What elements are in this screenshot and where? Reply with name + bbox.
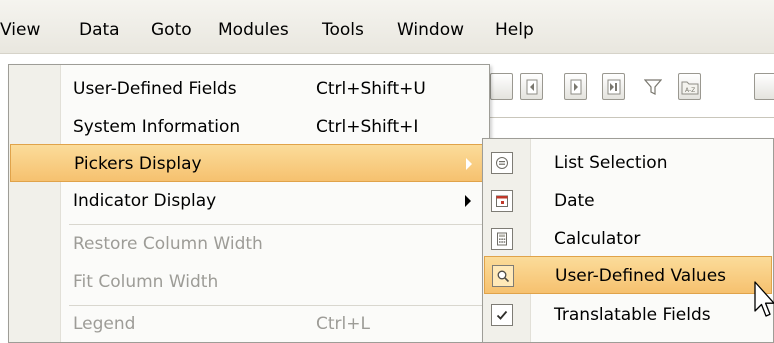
menu-item-pickers-display[interactable]: Pickers Display: [10, 144, 488, 182]
pickers-display-submenu: List Selection Date Calculator User-Defi…: [482, 138, 774, 343]
menu-item-label: Pickers Display: [74, 154, 202, 174]
toolbar: A-Z: [484, 60, 774, 118]
menu-modules[interactable]: Modules: [218, 20, 289, 40]
toolbar-button-partial[interactable]: [490, 73, 513, 100]
menu-tools[interactable]: Tools: [322, 20, 364, 40]
menu-item-system-information[interactable]: System Information Ctrl+Shift+I: [10, 108, 488, 146]
menu-window[interactable]: Window: [397, 20, 464, 40]
menu-item-indicator-display[interactable]: Indicator Display: [10, 182, 488, 220]
menu-item-label: Indicator Display: [73, 191, 217, 211]
submenu-arrow-icon: [465, 195, 471, 207]
toolbar-button-partial-right[interactable]: [754, 73, 774, 100]
checkmark-icon: [491, 304, 513, 326]
menu-item-shortcut: Ctrl+Shift+U: [316, 79, 426, 99]
submenu-item-label: Date: [554, 191, 595, 211]
submenu-item-label: User-Defined Values: [555, 266, 727, 286]
submenu-item-label: Translatable Fields: [554, 305, 711, 325]
menu-item-label: Restore Column Width: [73, 234, 263, 254]
menu-item-restore-column-width: Restore Column Width: [10, 225, 488, 263]
submenu-item-user-defined-values[interactable]: User-Defined Values: [484, 256, 772, 294]
menu-item-fit-column-width: Fit Column Width: [10, 263, 488, 301]
menu-help[interactable]: Help: [495, 20, 534, 40]
menu-item-shortcut: Ctrl+Shift+I: [316, 117, 419, 137]
menu-item-label: Legend: [73, 314, 136, 334]
menu-goto[interactable]: Goto: [151, 20, 192, 40]
list-selection-icon: [491, 152, 513, 174]
menu-item-label: System Information: [73, 117, 241, 137]
menu-bar: View Data Goto Modules Tools Window Help: [0, 0, 774, 54]
submenu-arrow-icon: [466, 158, 472, 170]
submenu-item-list-selection[interactable]: List Selection: [484, 144, 772, 182]
menu-item-legend: Legend Ctrl+L: [10, 305, 488, 343]
next-record-icon[interactable]: [564, 73, 587, 100]
menu-item-user-defined-fields[interactable]: User-Defined Fields Ctrl+Shift+U: [10, 70, 488, 108]
filter-icon[interactable]: [641, 73, 664, 100]
svg-text:A-Z: A-Z: [685, 87, 695, 94]
last-record-icon[interactable]: [602, 73, 625, 100]
menu-data[interactable]: Data: [79, 20, 120, 40]
sort-icon[interactable]: A-Z: [678, 73, 701, 100]
magnifier-icon: [492, 265, 514, 287]
submenu-item-date[interactable]: Date: [484, 182, 772, 220]
submenu-item-translatable-fields[interactable]: Translatable Fields: [484, 296, 772, 334]
menu-view[interactable]: View: [0, 20, 40, 40]
menu-item-label: Fit Column Width: [73, 272, 219, 292]
submenu-item-calculator[interactable]: Calculator: [484, 220, 772, 258]
calculator-icon: [491, 228, 513, 250]
menu-item-shortcut: Ctrl+L: [316, 314, 370, 334]
submenu-item-label: List Selection: [554, 153, 668, 173]
previous-record-icon[interactable]: [520, 73, 543, 100]
submenu-item-label: Calculator: [554, 229, 641, 249]
calendar-icon: [491, 190, 513, 212]
menu-item-label: User-Defined Fields: [73, 79, 237, 99]
data-menu-dropdown: User-Defined Fields Ctrl+Shift+U System …: [8, 64, 490, 343]
mouse-cursor-icon: [754, 281, 774, 317]
